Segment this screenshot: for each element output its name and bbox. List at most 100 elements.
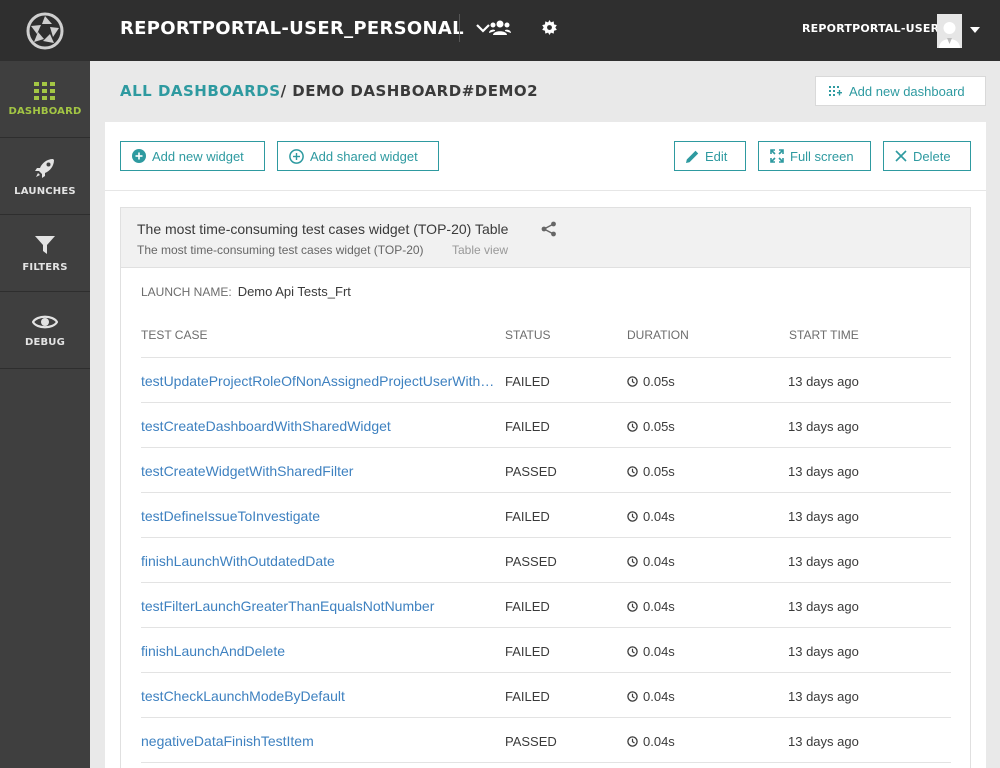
duration-cell: 0.04s xyxy=(627,689,675,704)
table-row: testCreateDashboardWithSharedWidget FAILE… xyxy=(141,403,951,448)
test-case-link[interactable]: testDefineIssueToInvestigate xyxy=(141,508,503,524)
sidebar-item-label: DEBUG xyxy=(24,336,66,348)
table-row: finishLaunchWithOutdatedDate PASSED 0.04s 1… xyxy=(141,538,951,583)
project-selector[interactable]: REPORTPORTAL-USER_PERSONAL xyxy=(120,18,490,39)
status-value: PASSED xyxy=(505,464,557,479)
full-screen-button[interactable]: Full screen xyxy=(758,141,871,171)
test-case-link[interactable]: testCreateDashboardWithSharedWidget xyxy=(141,418,503,434)
table-row: testUpdateProjectRoleOfNonAssignedProjec… xyxy=(141,358,951,403)
add-new-dashboard-button[interactable]: Add new dashboard xyxy=(815,76,986,106)
start-time-value: 13 days ago xyxy=(788,509,859,524)
clock-icon xyxy=(627,421,638,432)
test-case-link[interactable]: testFilterLaunchGreaterThanEqualsNotNumb… xyxy=(141,598,503,614)
avatar[interactable] xyxy=(937,14,962,48)
widget-view-type: Table view xyxy=(452,243,509,257)
breadcrumb-all-dashboards[interactable]: ALL DASHBOARDS xyxy=(120,82,281,100)
test-case-link[interactable]: testCreateWidgetWithSharedFilter xyxy=(141,463,503,479)
settings-button[interactable] xyxy=(542,20,557,40)
test-case-link[interactable]: finishLaunchWithOutdatedDate xyxy=(141,553,503,569)
header-divider xyxy=(459,14,460,42)
test-case-link[interactable]: testCheckLaunchModeByDefault xyxy=(141,688,503,704)
delete-button[interactable]: Delete xyxy=(883,141,971,171)
status-value: FAILED xyxy=(505,509,550,524)
test-case-link[interactable]: negativeDataFinishTestItem xyxy=(141,733,503,749)
test-case-link[interactable]: finishLaunchAndDelete xyxy=(141,643,503,659)
clock-icon xyxy=(627,556,638,567)
project-name: REPORTPORTAL-USER_PERSONAL xyxy=(120,18,464,39)
user-name[interactable]: REPORTPORTAL-USER xyxy=(802,22,939,35)
duration-value: 0.05s xyxy=(643,374,675,389)
edit-label: Edit xyxy=(705,148,728,164)
sidebar-item-dashboard[interactable]: DASHBOARD xyxy=(0,61,90,138)
table-row: testDefineIssueToInvestigate FAILED 0.04s 1… xyxy=(141,493,951,538)
add-new-dashboard-label: Add new dashboard xyxy=(849,83,965,99)
table-row: negativeDataFinishTestItem PASSED 0.04s 13 … xyxy=(141,718,951,763)
clock-icon xyxy=(627,466,638,477)
add-new-widget-label: Add new widget xyxy=(152,148,244,164)
add-shared-widget-label: Add shared widget xyxy=(310,148,418,164)
delete-label: Delete xyxy=(913,148,951,164)
add-shared-widget-button[interactable]: Add shared widget xyxy=(277,141,439,171)
start-time-value: 13 days ago xyxy=(788,734,859,749)
duration-value: 0.04s xyxy=(643,599,675,614)
widget-title: The most time-consuming test cases widge… xyxy=(137,221,509,237)
duration-value: 0.04s xyxy=(643,509,675,524)
top-header: REPORTPORTAL-USER_PERSONAL REPORTPORTAL-… xyxy=(90,0,1000,61)
members-button[interactable] xyxy=(489,20,511,41)
clock-icon xyxy=(627,736,638,747)
test-case-link[interactable]: testUpdateProjectRoleOfNonAssignedProjec… xyxy=(141,373,503,389)
grid-icon xyxy=(34,81,55,100)
start-time-value: 13 days ago xyxy=(788,374,859,389)
duration-cell: 0.05s xyxy=(627,374,675,389)
table-row: finishLaunchAndDelete FAILED 0.04s 13 days … xyxy=(141,628,951,673)
user-menu-chevron-icon[interactable] xyxy=(970,27,980,33)
launch-name-row: LAUNCH NAME: Demo Api Tests_Frt xyxy=(141,284,351,299)
column-header-start-time: START TIME xyxy=(789,328,859,342)
start-time-value: 13 days ago xyxy=(788,689,859,704)
sidebar-item-filters[interactable]: FILTERS xyxy=(0,215,90,292)
status-value: PASSED xyxy=(505,554,557,569)
clock-icon xyxy=(627,601,638,612)
launch-name-value: Demo Api Tests_Frt xyxy=(237,284,351,299)
table-row: testFilterLaunchGreaterThanEqualsNotNumb… xyxy=(141,583,951,628)
sidebar-item-launches[interactable]: LAUNCHES xyxy=(0,138,90,215)
duration-cell: 0.04s xyxy=(627,554,675,569)
breadcrumb-current: DEMO DASHBOARD#DEMO2 xyxy=(292,82,539,100)
widget-header[interactable]: The most time-consuming test cases widge… xyxy=(121,208,970,268)
gear-icon xyxy=(542,20,557,35)
add-dashboard-icon xyxy=(829,85,842,96)
clock-icon xyxy=(627,376,638,387)
sidebar-item-label: DASHBOARD xyxy=(8,105,82,117)
breadcrumb: ALL DASHBOARDS/ DEMO DASHBOARD#DEMO2 xyxy=(120,82,538,100)
start-time-value: 13 days ago xyxy=(788,554,859,569)
duration-cell: 0.04s xyxy=(627,599,675,614)
app-logo[interactable] xyxy=(0,0,90,61)
table-row: testCheckLaunchModeByDefault FAILED 0.04s 1… xyxy=(141,673,951,718)
status-value: FAILED xyxy=(505,374,550,389)
dashboard-panel: Add new widget Add shared widget Edit Fu… xyxy=(105,122,986,768)
fullscreen-icon xyxy=(770,149,784,163)
column-header-duration: DURATION xyxy=(627,328,689,342)
full-screen-label: Full screen xyxy=(790,148,854,164)
sidebar-item-label: FILTERS xyxy=(22,261,68,273)
share-icon[interactable] xyxy=(541,221,557,237)
duration-cell: 0.04s xyxy=(627,644,675,659)
duration-value: 0.04s xyxy=(643,734,675,749)
close-icon xyxy=(895,150,907,162)
clock-icon xyxy=(627,646,638,657)
edit-button[interactable]: Edit xyxy=(674,141,746,171)
sidebar-item-debug[interactable]: DEBUG xyxy=(0,292,90,369)
add-new-widget-button[interactable]: Add new widget xyxy=(120,141,265,171)
duration-value: 0.04s xyxy=(643,689,675,704)
column-header-status: STATUS xyxy=(505,328,551,342)
status-value: FAILED xyxy=(505,599,550,614)
table-header: TEST CASE STATUS DURATION START TIME xyxy=(141,320,951,358)
breadcrumb-separator: / xyxy=(280,82,287,100)
duration-cell: 0.04s xyxy=(627,509,675,524)
eye-icon xyxy=(32,315,58,328)
clock-icon xyxy=(627,691,638,702)
clock-icon xyxy=(627,511,638,522)
duration-value: 0.05s xyxy=(643,419,675,434)
user-silhouette-icon xyxy=(937,14,962,48)
start-time-value: 13 days ago xyxy=(788,419,859,434)
